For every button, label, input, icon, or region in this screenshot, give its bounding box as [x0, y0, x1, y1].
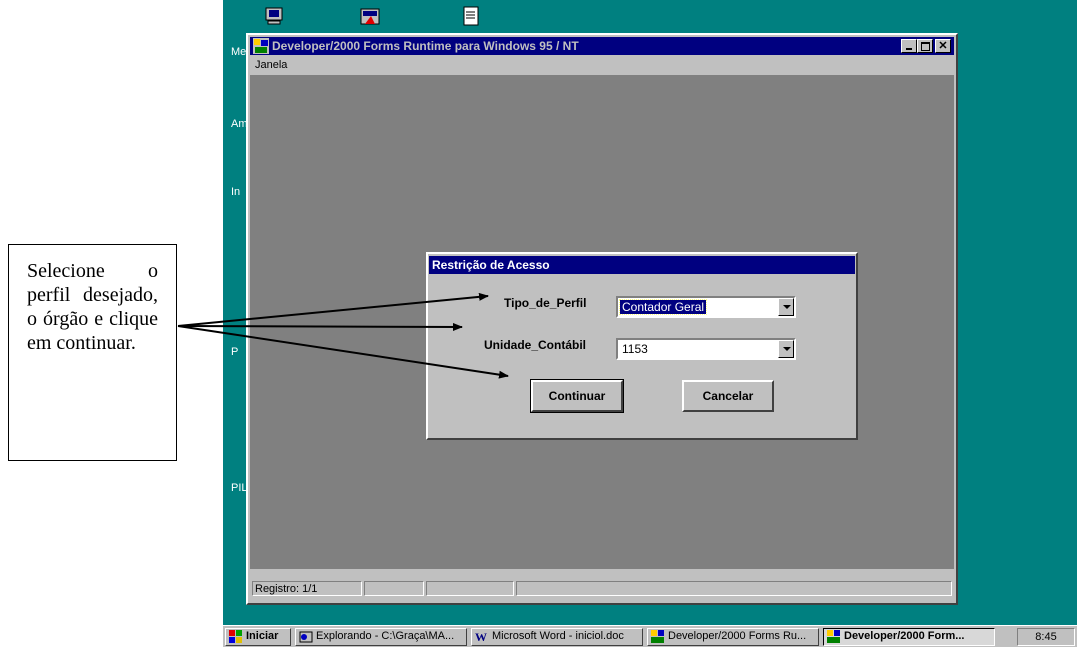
profile-type-select[interactable]: Contador Geral [616, 296, 796, 318]
status-cell [516, 581, 952, 596]
cancel-button[interactable]: Cancelar [682, 380, 774, 412]
word-icon: W [475, 630, 487, 643]
dialog-title: Restrição de Acesso [432, 258, 550, 272]
task-label: Developer/2000 Form... [844, 630, 965, 642]
record-status: Registro: 1/1 [252, 581, 362, 596]
instruction-callout: Selecione o perfil desejado, o órgão e c… [8, 244, 177, 461]
status-cell [364, 581, 424, 596]
forms-icon [651, 630, 664, 643]
minimize-icon [906, 48, 912, 50]
forms-app-icon[interactable] [253, 38, 269, 54]
profile-type-value: Contador Geral [618, 299, 708, 315]
profile-type-label: Tipo_de_Perfil [504, 296, 587, 310]
close-icon: ✕ [938, 40, 948, 52]
svg-text:W: W [475, 630, 487, 643]
task-word[interactable]: W Microsoft Word - iniciol.doc [471, 628, 643, 646]
accounting-unit-value: 1153 [622, 342, 648, 356]
forms-icon [827, 630, 840, 643]
minimize-button[interactable] [901, 39, 917, 53]
continue-button[interactable]: Continuar [530, 379, 624, 413]
task-explorer[interactable]: Explorando - C:\Graça\MA... [295, 628, 467, 646]
task-label: Explorando - C:\Graça\MA... [316, 630, 455, 642]
chevron-down-icon[interactable] [778, 340, 794, 358]
maximize-icon [920, 42, 930, 51]
maximize-button[interactable] [917, 39, 933, 53]
document-icon[interactable] [460, 6, 482, 26]
start-label: Iniciar [246, 630, 279, 642]
computer-icon[interactable] [263, 6, 285, 26]
dialog-titlebar[interactable]: Restrição de Acesso [429, 256, 855, 274]
window-titlebar[interactable]: Developer/2000 Forms Runtime para Window… [250, 37, 954, 55]
accounting-unit-label: Unidade_Contábil [484, 338, 587, 352]
task-label: Developer/2000 Forms Ru... [668, 630, 807, 642]
status-cell [426, 581, 514, 596]
taskbar-clock[interactable]: 8:45 [1017, 628, 1075, 646]
window-title: Developer/2000 Forms Runtime para Window… [272, 39, 579, 53]
task-forms-1[interactable]: Developer/2000 Forms Ru... [647, 628, 819, 646]
accounting-unit-select[interactable]: 1153 [616, 338, 796, 360]
menubar: Janela [250, 56, 954, 74]
desktop-label[interactable]: In [231, 186, 240, 198]
menu-janela[interactable]: Janela [255, 59, 287, 71]
access-restriction-dialog: Restrição de Acesso Tipo_de_Perfil Conta… [426, 252, 858, 440]
task-forms-active[interactable]: Developer/2000 Form... [823, 628, 995, 646]
chevron-down-icon[interactable] [778, 298, 794, 316]
taskbar: Iniciar Explorando - C:\Graça\MA... W Mi… [223, 625, 1077, 647]
windows-logo-icon [229, 630, 242, 643]
task-label: Microsoft Word - iniciol.doc [492, 630, 624, 642]
start-button[interactable]: Iniciar [225, 628, 291, 646]
explorer-icon [299, 631, 313, 643]
status-bar: Registro: 1/1 [250, 573, 954, 601]
close-button[interactable]: ✕ [935, 39, 951, 53]
desktop-label[interactable]: Me [231, 46, 246, 58]
desktop-label[interactable]: P [231, 346, 238, 358]
application-icon[interactable] [359, 6, 381, 26]
